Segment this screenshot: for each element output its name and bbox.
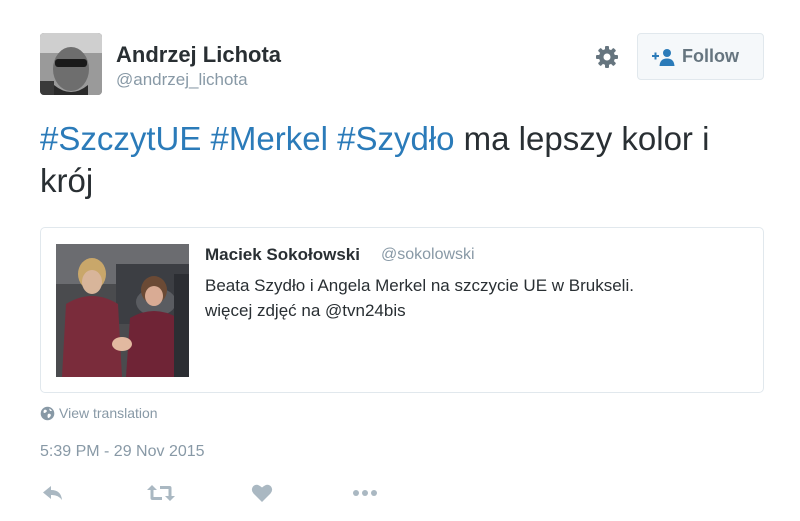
hashtag-link[interactable]: #Szydło (337, 120, 454, 157)
quoted-tweet-text: Beata Szydło i Angela Merkel na szczycie… (205, 276, 634, 295)
tweet-text: #SzczytUE #Merkel #Szydło ma lepszy kolo… (40, 118, 740, 202)
author-name[interactable]: Andrzej Lichota (116, 42, 281, 68)
globe-icon (40, 406, 55, 421)
quoted-author-name[interactable]: Maciek Sokołowski (205, 245, 360, 265)
more-icon[interactable] (352, 480, 378, 506)
avatar[interactable] (40, 33, 102, 95)
mention-link[interactable]: @tvn24bis (325, 301, 406, 320)
author-handle[interactable]: @andrzej_lichota (116, 70, 248, 90)
reply-icon[interactable] (40, 480, 66, 506)
add-user-icon (652, 48, 676, 66)
like-icon[interactable] (249, 480, 275, 506)
follow-button[interactable]: Follow (637, 33, 764, 80)
follow-button-label: Follow (682, 46, 739, 66)
quoted-tweet-text-prefix: więcej zdjęć na (205, 301, 321, 320)
hashtag-link[interactable]: #SzczytUE (40, 120, 201, 157)
retweet-icon[interactable] (146, 480, 176, 506)
quoted-tweet[interactable]: Maciek Sokołowski @sokolowski Beata Szyd… (40, 227, 764, 393)
quoted-tweet-text-line2: więcej zdjęć na @tvn24bis (205, 301, 406, 321)
gear-icon[interactable] (594, 44, 620, 70)
quoted-author-handle[interactable]: @sokolowski (381, 246, 475, 264)
tweet-timestamp[interactable]: 5:39 PM - 29 Nov 2015 (40, 443, 205, 461)
hashtag-link[interactable]: #Merkel (211, 120, 328, 157)
view-translation-label: View translation (59, 405, 158, 421)
view-translation-link[interactable]: View translation (40, 405, 158, 421)
quoted-tweet-photo[interactable] (56, 244, 189, 377)
